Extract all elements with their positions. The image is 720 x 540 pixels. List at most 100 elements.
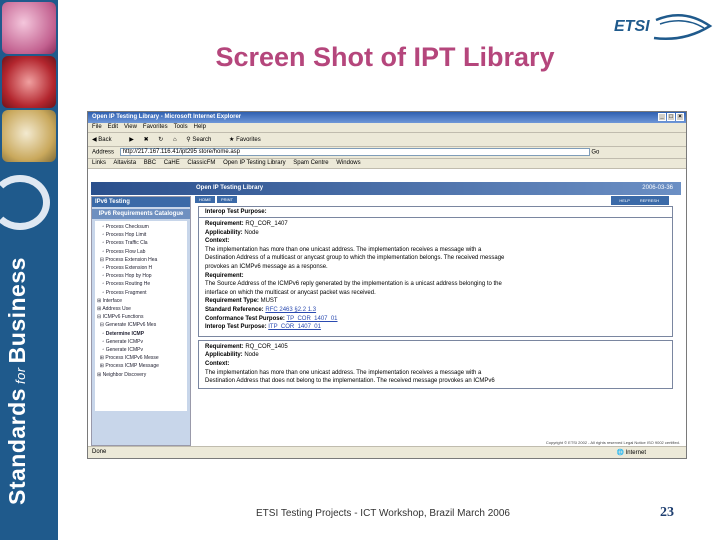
address-label: Address [92,149,115,156]
decorative-image-tile [2,110,56,162]
slide-sidebar: Standards for Business [0,0,58,540]
links-bar: Links Altavista BBC CaHE ClassicFM Open … [88,159,686,169]
back-button[interactable]: ◀ Back [92,137,120,143]
tree-item[interactable]: ▫ Determine ICMP [97,330,185,338]
tree-item-label: Process Extension Hea [105,256,158,263]
menu-tools[interactable]: Tools [174,124,188,130]
search-label: Search [192,137,212,143]
menu-favorites[interactable]: Favorites [143,124,168,130]
menu-help[interactable]: Help [194,124,206,130]
applicability-value: Node [244,352,259,359]
field-label: Requirement: [205,221,244,227]
refresh-icon[interactable]: ↻ [158,137,163,143]
link-item[interactable]: BBC [144,160,156,166]
links-label: Links [92,160,107,166]
requirement-type-value: MUST [260,298,278,305]
nav-heading[interactable]: IPv6 Testing [92,197,190,207]
close-icon[interactable]: × [676,113,684,121]
tree-item[interactable]: ▫ Process Extension H [97,264,185,272]
status-text: Done [92,449,107,455]
browser-titlebar: Open IP Testing Library - Microsoft Inte… [88,112,686,123]
standard-reference-link[interactable]: RFC 2463 §2.2 1.3 [265,307,316,313]
help-button[interactable]: HELP [615,197,634,204]
app-title: Open IP Testing Library [196,185,264,191]
tree-item[interactable]: ▫ Process Fragment [97,289,185,297]
tree-item[interactable]: ▫ Generate ICMPv [97,346,185,354]
tree-item[interactable]: ⊞ Interface [97,297,185,305]
tree-item[interactable]: ⊞ Process ICMPv6 Messe [97,354,185,362]
tree-item-label: ICMPv6 Functions [102,314,144,321]
tree-item[interactable]: ⊟ ICMPv6 Functions [97,313,185,321]
interop-tp-link[interactable]: ITP_COR_1407_01 [268,324,321,330]
browser-toolbar: ◀ Back ▶ ✖ ↻ ⌂ ⚲ Search ★ Favorites [88,133,686,147]
tree-item[interactable]: ▫ Generate ICMPv [97,338,185,346]
link-item[interactable]: Spam Centre [293,160,328,166]
print-button[interactable]: PRINT [217,196,237,203]
link-item[interactable]: Windows [336,160,360,166]
favorites-label: Favorites [236,137,261,143]
tree-item[interactable]: ▫ Process Routing He [97,280,185,288]
tree-item[interactable]: ▫ Process Hop by Hop [97,272,185,280]
decorative-image-tile [2,56,56,108]
back-label: Back [98,137,112,143]
tree-item[interactable]: ⊟ Generate ICMPv6 Mes [97,321,185,329]
browser-window: Open IP Testing Library - Microsoft Inte… [87,111,687,459]
copyright-text: Copyright © ETSI 2002 - All rights reser… [545,440,680,445]
tree-item[interactable]: ⊞ Address Use [97,305,185,313]
stop-icon[interactable]: ✖ [144,137,149,143]
field-label: Context: [205,238,230,245]
menu-edit[interactable]: Edit [108,124,118,130]
sidebar-slogan: Standards for Business [4,255,31,505]
conformance-tp-link[interactable]: TP_COR_1407_01 [286,316,337,322]
address-input[interactable]: http://217.167.116.41/ipt295 store/home.… [119,148,590,156]
field-label: Requirement: [205,272,244,279]
page-number: 23 [660,505,674,520]
maximize-icon[interactable]: □ [667,113,675,121]
context-text: provokes an ICMPv6 message as a response… [205,263,328,270]
tree-item-label: Generate ICMPv [105,347,143,354]
minimize-icon[interactable]: _ [658,113,666,121]
tree-item-label: Generate ICMPv6 Mes [105,322,157,329]
field-label: Conformance Test Purpose: [205,315,285,322]
tree-item-label: Process ICMP Message [105,363,159,370]
home-icon[interactable]: ⌂ [173,137,177,143]
tree-item-label: Neighbor Discovery [102,371,147,378]
menu-file[interactable]: File [92,124,102,130]
home-button[interactable]: HOME [195,196,215,203]
tree-item[interactable]: ⊟ Process Extension Hea [97,256,185,264]
tree-item[interactable]: ⊞ Neighbor Discovery [97,371,185,379]
link-item[interactable]: ClassicFM [187,160,215,166]
address-bar: Address http://217.167.116.41/ipt295 sto… [88,147,686,159]
requirement-card: Interop Test Purpose: Requirement: RQ_CO… [198,206,673,337]
requirement-text: interface on which the multicast or anyc… [205,289,376,296]
refresh-button[interactable]: REFRESH [635,197,663,204]
tree-item-label: Process Flow Lab [105,248,146,255]
tree-item[interactable]: ▫ Process Hop Limit [97,231,185,239]
context-text: The implementation has more than one uni… [205,246,482,253]
tree-item[interactable]: ⊞ Process ICMP Message [97,362,185,370]
link-item[interactable]: Open IP Testing Library [223,160,285,166]
etsi-logo: ETSI [614,12,714,48]
link-item[interactable]: CaHE [164,160,180,166]
zone-label: Internet [625,450,646,456]
link-item[interactable]: Altavista [113,160,136,166]
app-header: Open IP Testing Library 2006-03-36 [91,182,681,195]
tree-item[interactable]: ▫ Process Flow Lab [97,248,185,256]
tree-item[interactable]: ▫ Process Traffic Cla [97,239,185,247]
requirement-id: RQ_COR_1405 [245,343,288,350]
requirement-details: Requirement: RQ_COR_1407 Applicability: … [199,217,672,334]
go-button[interactable]: Go [591,150,599,156]
tree-item-label: Generate ICMPv [105,338,143,345]
tree-item-label: Process Checksum [105,224,149,230]
tree-item[interactable]: ▫ Process Checksum [97,223,185,231]
tree-item-label: Determine ICMP [105,330,145,337]
forward-icon[interactable]: ▶ [129,137,134,143]
nav-subheading[interactable]: IPv6 Requirements Catalogue [92,209,190,219]
menu-view[interactable]: View [124,124,137,130]
field-label: Requirement Type: [205,298,259,305]
internet-zone: 🌐 Internet [616,450,647,456]
favorites-button[interactable]: ★ Favorites [229,137,269,143]
requirements-tree: ▫ Process Checksum ▫ Process Hop Limit ▫… [95,221,187,411]
search-button[interactable]: ⚲ Search [186,137,219,143]
slogan-word: for [13,367,28,385]
